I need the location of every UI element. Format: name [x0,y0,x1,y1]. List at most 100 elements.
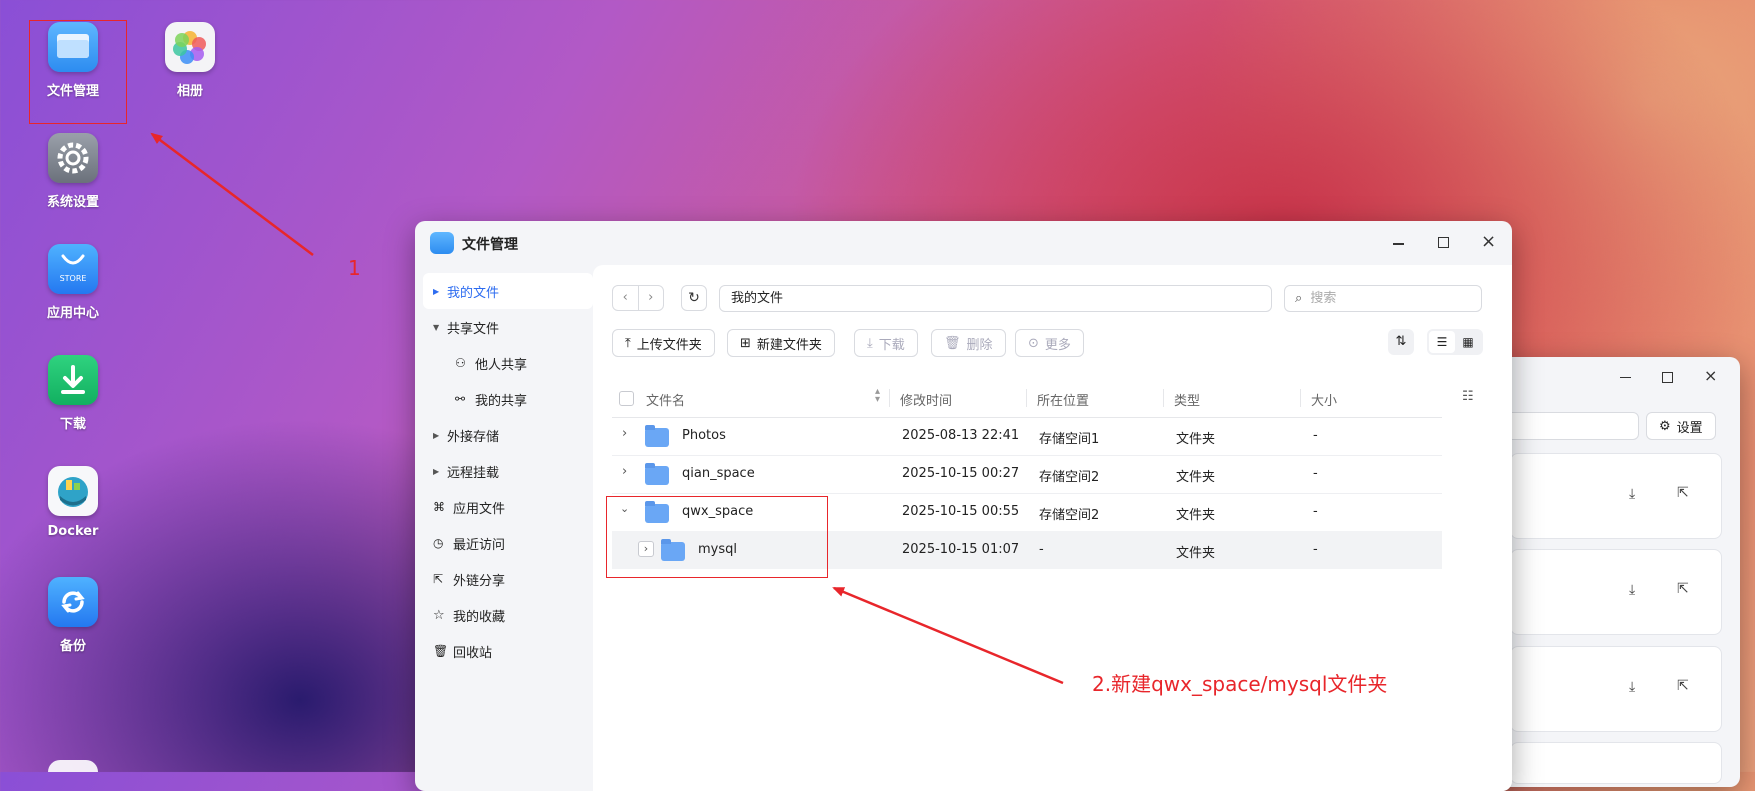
external-link-icon[interactable]: ⇱ [1677,485,1689,501]
folder-icon [430,232,454,254]
background-card-1[interactable]: ⤓ ⇱ [1510,453,1722,539]
grid-view-button[interactable]: ▦ [1455,331,1481,353]
desktop-icon-docker[interactable]: Docker [23,466,123,539]
link-share-icon: ⇱ [433,572,444,586]
download-button[interactable]: ⤓ 下载 [854,329,918,357]
refresh-button[interactable]: ↻ [681,285,707,311]
maximize-icon[interactable] [1438,237,1449,248]
download-icon[interactable]: ⤓ [1629,486,1635,502]
desktop-icon-label: 下载 [59,417,86,432]
sidebar-item-external-storage[interactable]: ▶ 外接存储 [423,417,593,453]
forward-button[interactable]: › [639,286,664,310]
file-manager-window[interactable]: 文件管理 × ▶ 我的文件 ▼ 共享文件 ⚇ 他人共享 ⚯ 我的共享 ▶ 外接存… [415,221,1512,791]
minimize-icon[interactable] [1393,243,1404,245]
download-icon [48,355,98,405]
command-icon: ⌘ [433,500,445,514]
desktop-icon-label: 系统设置 [46,195,99,210]
close-icon[interactable]: × [1481,231,1496,252]
search-input[interactable]: ⌕ 搜索 [1284,285,1482,312]
sidebar-item-remote-mount[interactable]: ▶ 远程挂载 [423,453,593,489]
column-header-modified[interactable]: 修改时间 [900,390,952,409]
desktop-icon-settings[interactable]: 系统设置 [23,133,123,210]
new-folder-button[interactable]: ⊞ 新建文件夹 [727,329,835,357]
column-header-type[interactable]: 类型 [1174,390,1200,409]
close-icon[interactable]: × [1704,366,1717,385]
desktop-icon-partial[interactable] [48,760,98,772]
file-type: 文件夹 [1176,508,1216,523]
back-button[interactable]: ‹ [613,286,639,310]
sidebar-item-favorites[interactable]: ☆ 我的收藏 [423,597,593,633]
sidebar-item-shared-files[interactable]: ▼ 共享文件 [423,309,593,345]
trash-icon: 🗑 [433,644,449,658]
file-type: 文件夹 [1176,470,1216,485]
download-icon[interactable]: ⤓ [1629,582,1635,598]
download-icon[interactable]: ⤓ [1629,679,1635,695]
column-settings-icon[interactable]: ☷ [1462,389,1474,404]
share-icon: ⚯ [455,392,466,406]
annotation-step-1: 1 [348,256,361,280]
sidebar-item-shared-with-me[interactable]: ⚇ 他人共享 [423,345,593,381]
backup-icon [48,577,98,627]
refresh-icon: ↻ [688,290,700,306]
caret-down-icon: ▼ [433,322,440,332]
gear-icon: ⚙ [1659,418,1671,434]
select-all-checkbox[interactable] [619,391,634,406]
settings-button[interactable]: ⚙ 设置 [1646,412,1716,440]
table-row[interactable]: › qian_space 2025-10-15 00:27 存储空间2 文件夹 … [612,455,1442,494]
sidebar-item-my-shares[interactable]: ⚯ 我的共享 [423,381,593,417]
caret-right-icon: ▶ [433,286,440,296]
sidebar-item-link-share[interactable]: ⇱ 外链分享 [423,561,593,597]
background-card-2[interactable]: ⤓ ⇱ [1510,549,1722,635]
desktop-icon-app-center[interactable]: STORE 应用中心 [23,244,123,321]
sort-icon: ⇅ [1395,334,1407,349]
sidebar-item-recycle-bin[interactable]: 🗑 回收站 [423,633,593,669]
sidebar-item-app-files[interactable]: ⌘ 应用文件 [423,489,593,525]
desktop-icon-backup[interactable]: 备份 [23,577,123,654]
search-icon: ⌕ [1295,291,1303,306]
external-link-icon[interactable]: ⇱ [1677,678,1689,694]
list-view-button[interactable]: ☰ [1429,331,1455,353]
delete-button[interactable]: 🗑 删除 [931,329,1006,357]
file-size: - [1313,542,1318,557]
file-modified: 2025-08-13 22:41 [902,428,1020,443]
maximize-icon[interactable] [1662,372,1673,383]
file-name: qian_space [682,466,755,481]
desktop-icon-download[interactable]: 下载 [23,355,123,432]
external-link-icon[interactable]: ⇱ [1677,581,1689,597]
minimize-icon[interactable] [1620,377,1631,378]
folder-icon [645,425,669,447]
background-card-3[interactable]: ⤓ ⇱ [1510,646,1722,732]
file-location: 存储空间1 [1039,432,1100,447]
column-header-name[interactable]: 文件名 [646,390,685,409]
desktop-icon-label: 应用中心 [46,306,99,321]
table-row[interactable]: › Photos 2025-08-13 22:41 存储空间1 文件夹 - [612,417,1442,456]
column-header-location[interactable]: 所在位置 [1037,390,1089,409]
column-header-size[interactable]: 大小 [1311,390,1337,409]
store-badge: STORE [59,274,87,283]
expand-chevron-icon[interactable]: › [622,464,627,479]
clock-icon: ◷ [433,536,444,550]
file-location: - [1039,542,1044,557]
more-button[interactable]: ⊙ 更多 [1015,329,1084,357]
background-card-4[interactable] [1510,742,1722,784]
upload-folder-button[interactable]: ⤒ 上传文件夹 [612,329,715,357]
sidebar-item-my-files[interactable]: ▶ 我的文件 [423,273,593,309]
annotation-step-2: 2.新建qwx_space/mysql文件夹 [1092,672,1388,696]
column-divider [1163,389,1164,407]
path-bar[interactable]: 我的文件 [719,285,1272,312]
caret-right-icon: ▶ [433,466,440,476]
sidebar-item-recent[interactable]: ◷ 最近访问 [423,525,593,561]
upload-icon: ⤒ [625,335,631,351]
download-icon: ⤓ [867,335,873,351]
add-folder-icon: ⊞ [740,335,751,351]
sort-arrows-icon[interactable]: ▴ ▾ [875,387,880,405]
desktop-icon-photos[interactable]: 相册 [140,22,240,99]
annotation-box-file-manager [29,20,127,124]
sort-button[interactable]: ⇅ [1388,329,1414,355]
expand-chevron-icon[interactable]: › [622,426,627,441]
table-header: 文件名 ▴ ▾ 修改时间 所在位置 类型 大小 [612,379,1442,418]
file-size: - [1313,466,1318,481]
annotation-arrow-1 [150,132,314,256]
gear-icon [48,133,98,183]
file-modified: 2025-10-15 00:27 [902,466,1020,481]
